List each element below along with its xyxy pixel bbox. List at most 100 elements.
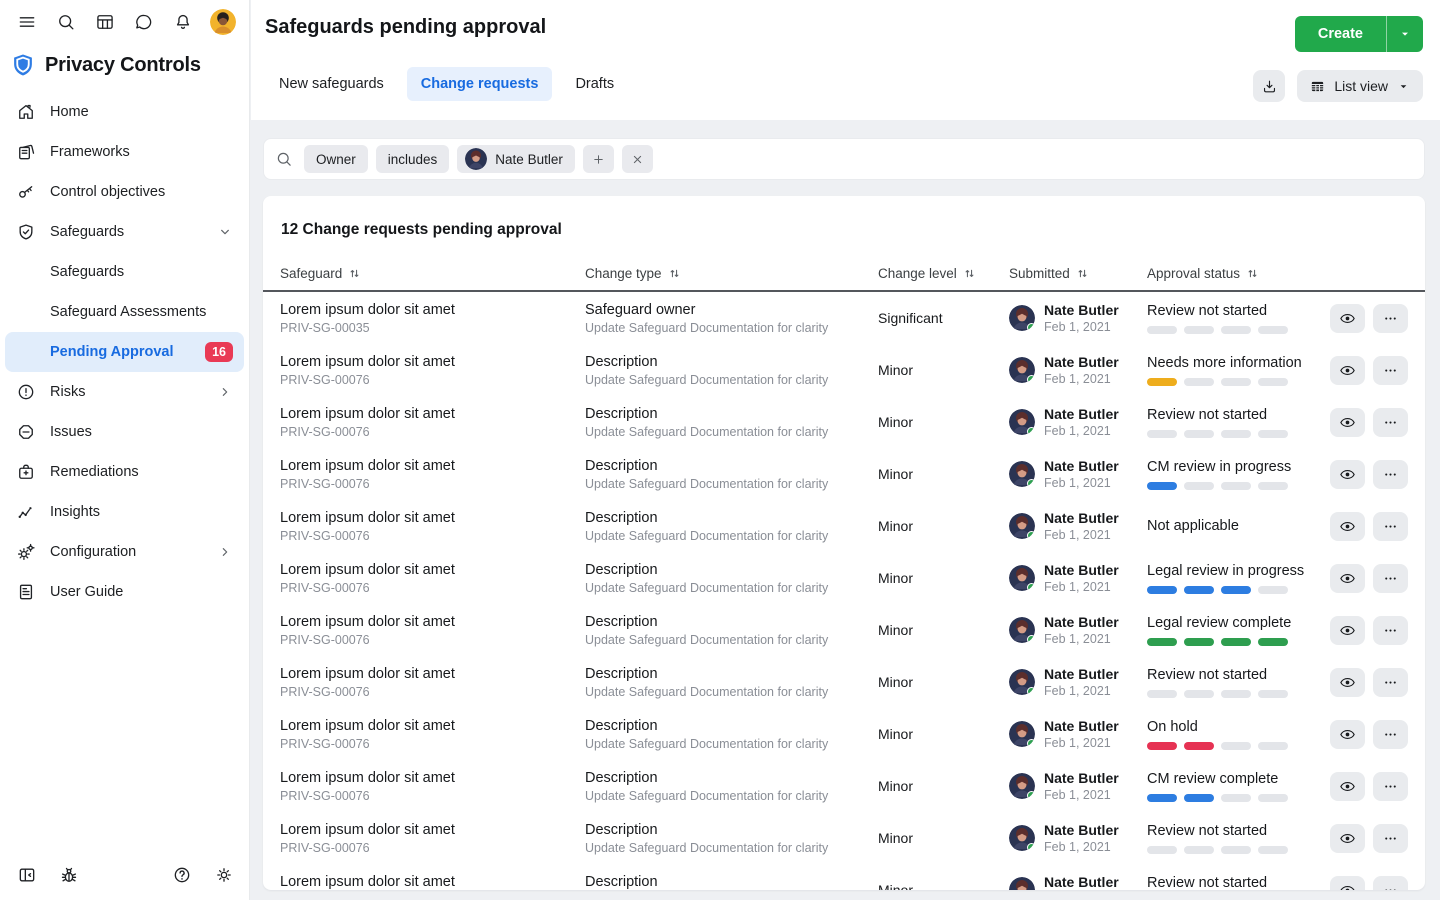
tab-change-requests[interactable]: Change requests <box>407 67 553 101</box>
view-button[interactable] <box>1330 304 1365 333</box>
view-button[interactable] <box>1330 408 1365 437</box>
more-actions-button[interactable] <box>1373 460 1408 489</box>
approval-progress-bar <box>1147 378 1329 386</box>
shield-check-icon <box>16 222 36 242</box>
view-button[interactable] <box>1330 772 1365 801</box>
apps-grid-icon[interactable] <box>93 10 117 34</box>
more-actions-button[interactable] <box>1373 564 1408 593</box>
online-status-dot <box>1027 739 1035 747</box>
sidebar-item-safeguard-assessments[interactable]: Safeguard Assessments <box>5 292 244 332</box>
more-actions-button[interactable] <box>1373 408 1408 437</box>
sidebar-item-issues[interactable]: Issues <box>5 412 244 452</box>
sidebar-item-insights[interactable]: Insights <box>5 492 244 532</box>
column-header-change-type[interactable]: Change type <box>585 266 878 281</box>
bug-report-icon[interactable] <box>59 865 79 885</box>
tab-drafts[interactable]: Drafts <box>561 67 628 101</box>
online-status-dot <box>1027 791 1035 799</box>
change-level: Minor <box>878 362 1009 378</box>
sidebar-item-control-objectives[interactable]: Control objectives <box>5 172 244 212</box>
help-icon[interactable] <box>172 865 192 885</box>
sidebar-item-label: Safeguard Assessments <box>50 304 206 320</box>
progress-segment-yellow <box>1147 378 1177 386</box>
filter-search-bar[interactable]: Owner includes Nate Butler <box>263 138 1425 180</box>
change-level: Minor <box>878 622 1009 638</box>
more-actions-button[interactable] <box>1373 876 1408 891</box>
key-icon <box>16 182 36 202</box>
progress-segment-gray <box>1258 742 1288 750</box>
sidebar-item-frameworks[interactable]: Frameworks <box>5 132 244 172</box>
more-actions-button[interactable] <box>1373 720 1408 749</box>
table-row: Lorem ipsum dolor sit amet PRIV-SG-00035… <box>263 292 1425 344</box>
menu-icon[interactable] <box>15 10 39 34</box>
change-note: Update Safeguard Documentation for clari… <box>585 373 878 387</box>
approval-progress-bar <box>1147 846 1329 854</box>
chat-icon[interactable] <box>132 10 156 34</box>
bell-icon[interactable] <box>171 10 195 34</box>
more-actions-button[interactable] <box>1373 668 1408 697</box>
submitter-name: Nate Butler <box>1044 874 1119 890</box>
submitted-date: Feb 1, 2021 <box>1044 840 1119 854</box>
download-button[interactable] <box>1253 70 1285 102</box>
ellipsis-icon <box>1382 414 1399 431</box>
create-dropdown-caret[interactable] <box>1386 16 1423 52</box>
eye-icon <box>1339 882 1356 891</box>
minus-circle-icon <box>16 422 36 442</box>
more-actions-button[interactable] <box>1373 616 1408 645</box>
view-button[interactable] <box>1330 460 1365 489</box>
view-button[interactable] <box>1330 720 1365 749</box>
submitted-cell: Nate Butler Feb 1, 2021 <box>1009 354 1147 386</box>
submitter-avatar <box>1009 877 1035 890</box>
more-actions-button[interactable] <box>1373 512 1408 541</box>
sidebar-item-risks[interactable]: Risks <box>5 372 244 412</box>
more-actions-button[interactable] <box>1373 772 1408 801</box>
view-button[interactable] <box>1330 564 1365 593</box>
table-row: Lorem ipsum dolor sit amet PRIV-SG-00076… <box>263 500 1425 552</box>
view-button[interactable] <box>1330 824 1365 853</box>
submitter-avatar <box>1009 773 1035 799</box>
online-status-dot <box>1027 375 1035 383</box>
view-button[interactable] <box>1330 356 1365 385</box>
filter-value-chip[interactable]: Nate Butler <box>457 145 575 173</box>
progress-segment-gray <box>1147 690 1177 698</box>
approval-status-label: Not applicable <box>1147 518 1329 534</box>
sidebar-item-configuration[interactable]: Configuration <box>5 532 244 572</box>
submitted-cell: Nate Butler Feb 1, 2021 <box>1009 874 1147 890</box>
sidebar-item-pending-approval[interactable]: Pending Approval 16 <box>5 332 244 372</box>
sidebar-item-safeguards[interactable]: Safeguards <box>5 252 244 292</box>
submitter-name: Nate Butler <box>1044 354 1119 370</box>
column-header-approval-status[interactable]: Approval status <box>1147 266 1329 281</box>
more-actions-button[interactable] <box>1373 304 1408 333</box>
more-actions-button[interactable] <box>1373 356 1408 385</box>
change-type: Description <box>585 874 878 890</box>
add-filter-button[interactable] <box>583 145 614 173</box>
change-level: Minor <box>878 518 1009 534</box>
tab-new-safeguards[interactable]: New safeguards <box>265 67 398 101</box>
collapse-panel-icon[interactable] <box>17 865 37 885</box>
user-avatar[interactable] <box>210 9 236 35</box>
filter-operator-chip[interactable]: includes <box>376 145 450 173</box>
column-header-submitted[interactable]: Submitted <box>1009 266 1147 281</box>
safeguard-id: PRIV-SG-00076 <box>280 373 585 387</box>
view-button[interactable] <box>1330 616 1365 645</box>
progress-segment-gray <box>1258 846 1288 854</box>
view-button[interactable] <box>1330 512 1365 541</box>
create-button[interactable]: Create <box>1295 16 1386 52</box>
ellipsis-icon <box>1382 674 1399 691</box>
more-actions-button[interactable] <box>1373 824 1408 853</box>
sidebar-item-safeguards[interactable]: Safeguards <box>5 212 244 252</box>
view-button[interactable] <box>1330 668 1365 697</box>
column-header-safeguard[interactable]: Safeguard <box>280 266 585 281</box>
change-level: Significant <box>878 310 1009 326</box>
settings-gear-icon[interactable] <box>214 865 234 885</box>
filter-field-chip[interactable]: Owner <box>304 145 368 173</box>
column-header-change-level[interactable]: Change level <box>878 266 1009 281</box>
sidebar-item-remediations[interactable]: Remediations <box>5 452 244 492</box>
view-button[interactable] <box>1330 876 1365 891</box>
search-icon[interactable] <box>54 10 78 34</box>
clear-filter-button[interactable] <box>622 145 653 173</box>
sidebar-item-user-guide[interactable]: User Guide <box>5 572 244 612</box>
app-title: Privacy Controls <box>45 54 201 77</box>
sidebar-item-home[interactable]: Home <box>5 92 244 132</box>
progress-segment-gray <box>1258 430 1288 438</box>
list-view-button[interactable]: List view <box>1297 70 1423 102</box>
